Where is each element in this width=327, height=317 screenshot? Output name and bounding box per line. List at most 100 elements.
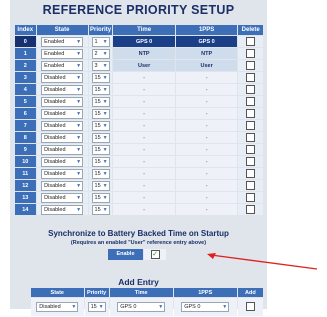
row-delete-cell xyxy=(238,192,263,203)
row-priority-cell: 15 ▼ xyxy=(88,108,113,119)
row-delete-cell xyxy=(238,144,263,155)
row-index: 0 xyxy=(15,36,36,47)
row-pps: GPS 0 xyxy=(175,36,238,47)
table-row: 5 Disabled ▼ 15 ▼ - - xyxy=(15,96,263,107)
delete-checkbox[interactable] xyxy=(246,73,256,82)
state-select[interactable]: Disabled ▼ xyxy=(41,180,84,191)
chevron-down-icon: ▼ xyxy=(102,86,108,93)
delete-checkbox[interactable] xyxy=(246,181,256,190)
add-checkbox[interactable] xyxy=(245,302,255,312)
chevron-down-icon: ▼ xyxy=(76,74,82,81)
row-delete-cell xyxy=(238,96,263,107)
priority-select[interactable]: 15 ▼ xyxy=(91,96,110,107)
state-select[interactable]: Enabled ▼ xyxy=(41,48,84,59)
row-delete-cell xyxy=(238,168,263,179)
priority-select[interactable]: 2 ▼ xyxy=(91,48,110,59)
row-time: - xyxy=(113,96,175,107)
table-row: 14 Disabled ▼ 15 ▼ - - xyxy=(15,204,263,215)
table-row: 8 Disabled ▼ 15 ▼ - - xyxy=(15,132,263,143)
state-select[interactable]: Disabled ▼ xyxy=(41,192,84,203)
row-time: - xyxy=(113,168,175,179)
row-delete-cell xyxy=(238,156,263,167)
add-time-select[interactable]: GPS 0 ▼ xyxy=(117,301,166,312)
sync-subtitle: (Requires an enabled "User" reference en… xyxy=(70,240,207,246)
state-select[interactable]: Disabled ▼ xyxy=(41,108,84,119)
priority-value: 3 xyxy=(94,62,98,69)
row-pps: NTP xyxy=(175,48,238,59)
row-pps: - xyxy=(175,204,238,215)
priority-select[interactable]: 15 ▼ xyxy=(91,204,110,215)
row-pps: - xyxy=(175,168,238,179)
state-select[interactable]: Disabled ▼ xyxy=(41,168,84,179)
chevron-down-icon: ▼ xyxy=(76,182,82,189)
delete-checkbox[interactable] xyxy=(246,205,256,214)
priority-select[interactable]: 1 ▼ xyxy=(91,36,110,47)
delete-checkbox[interactable] xyxy=(246,169,256,178)
state-select[interactable]: Disabled ▼ xyxy=(41,84,84,95)
add-entry-title: Add Entry xyxy=(118,277,159,287)
state-select[interactable]: Disabled ▼ xyxy=(41,156,84,167)
row-state-cell: Disabled ▼ xyxy=(36,108,88,119)
row-priority-cell: 15 ▼ xyxy=(88,144,113,155)
add-pps-select[interactable]: GPS 0 ▼ xyxy=(181,301,230,312)
priority-select[interactable]: 15 ▼ xyxy=(91,192,110,203)
row-time: - xyxy=(113,108,175,119)
chevron-down-icon: ▼ xyxy=(76,98,82,105)
row-pps: - xyxy=(175,144,238,155)
chevron-down-icon: ▼ xyxy=(76,134,82,141)
sync-enable-checkbox[interactable]: ✓ xyxy=(150,250,160,259)
delete-checkbox[interactable] xyxy=(246,145,256,154)
priority-select[interactable]: 15 ▼ xyxy=(91,144,110,155)
row-time: - xyxy=(113,192,175,203)
add-priority-select[interactable]: 15 ▼ xyxy=(87,301,106,312)
row-state-cell: Disabled ▼ xyxy=(36,96,88,107)
row-delete-cell xyxy=(238,132,263,143)
row-index: 14 xyxy=(15,204,36,215)
state-select[interactable]: Disabled ▼ xyxy=(41,72,84,83)
state-select[interactable]: Disabled ▼ xyxy=(41,204,84,215)
state-select[interactable]: Disabled ▼ xyxy=(41,132,84,143)
chevron-down-icon: ▼ xyxy=(76,146,82,153)
delete-checkbox[interactable] xyxy=(246,133,256,142)
state-value: Disabled xyxy=(44,170,66,177)
delete-checkbox[interactable] xyxy=(246,109,256,118)
state-value: Disabled xyxy=(44,134,66,141)
delete-checkbox[interactable] xyxy=(246,85,256,94)
priority-select[interactable]: 15 ▼ xyxy=(91,132,110,143)
priority-select[interactable]: 15 ▼ xyxy=(91,156,110,167)
row-pps: - xyxy=(175,156,238,167)
priority-select[interactable]: 3 ▼ xyxy=(91,60,110,71)
delete-checkbox[interactable] xyxy=(246,61,256,70)
row-pps: - xyxy=(175,120,238,131)
delete-checkbox[interactable] xyxy=(246,157,256,166)
priority-select[interactable]: 15 ▼ xyxy=(91,168,110,179)
row-delete-cell xyxy=(238,60,263,71)
add-state-cell: Disabled ▼ xyxy=(31,298,84,316)
delete-checkbox[interactable] xyxy=(246,193,256,202)
row-delete-cell xyxy=(238,180,263,191)
delete-checkbox[interactable] xyxy=(246,121,256,130)
add-header-state: State xyxy=(31,288,84,297)
row-time: - xyxy=(113,144,175,155)
delete-checkbox[interactable] xyxy=(246,97,256,106)
state-select[interactable]: Disabled ▼ xyxy=(41,96,84,107)
page-title: REFERENCE PRIORITY SETUP xyxy=(42,3,235,17)
delete-checkbox[interactable] xyxy=(246,49,256,58)
delete-checkbox[interactable] xyxy=(246,37,256,46)
state-select[interactable]: Disabled ▼ xyxy=(41,144,84,155)
priority-select[interactable]: 15 ▼ xyxy=(91,120,110,131)
priority-select[interactable]: 15 ▼ xyxy=(91,84,110,95)
add-state-select[interactable]: Disabled ▼ xyxy=(36,301,79,312)
table-row: 1 Enabled ▼ 2 ▼ NTP NTP xyxy=(15,48,263,59)
chevron-down-icon: ▼ xyxy=(102,50,108,57)
row-priority-cell: 3 ▼ xyxy=(88,60,113,71)
priority-select[interactable]: 15 ▼ xyxy=(91,180,110,191)
state-select[interactable]: Disabled ▼ xyxy=(41,120,84,131)
state-select[interactable]: Enabled ▼ xyxy=(41,60,84,71)
state-value: Disabled xyxy=(44,98,66,105)
state-select[interactable]: Enabled ▼ xyxy=(41,36,84,47)
priority-select[interactable]: 15 ▼ xyxy=(91,72,110,83)
row-index: 5 xyxy=(15,96,36,107)
priority-select[interactable]: 15 ▼ xyxy=(91,108,110,119)
chevron-down-icon: ▼ xyxy=(76,110,82,117)
